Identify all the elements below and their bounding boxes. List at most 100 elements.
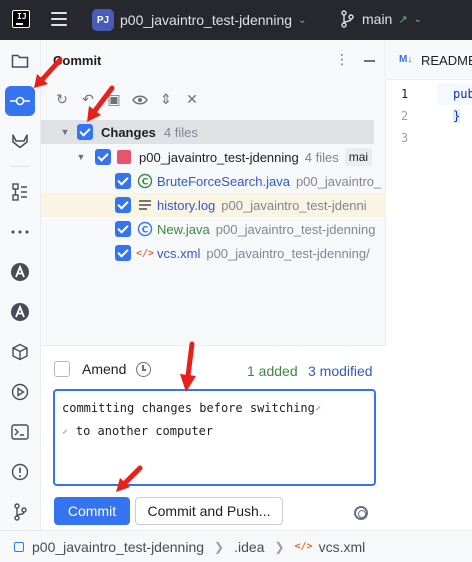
line-number: 1 <box>401 87 409 101</box>
changes-checkbox[interactable] <box>77 124 93 140</box>
soft-wrap-icon: ⬈ <box>314 402 322 415</box>
intellij-logo-icon[interactable]: IJ <box>12 10 30 28</box>
breadcrumb-file[interactable]: vcs.xml <box>319 539 366 555</box>
tab-label: README <box>421 53 472 68</box>
services-icon[interactable] <box>5 337 35 367</box>
java-class-added-icon: C <box>137 221 153 237</box>
chevron-down-icon[interactable]: ▼ <box>75 152 87 162</box>
project-folder-icon[interactable] <box>5 46 35 76</box>
text-file-icon <box>137 197 153 213</box>
refresh-icon[interactable]: ↻ <box>53 91 71 109</box>
file-row[interactable]: </> vcs.xml p00_javaintro_test-jdenning/ <box>41 241 386 265</box>
file-row[interactable]: history.log p00_javaintro_test-jdenni <box>41 193 386 217</box>
file-row[interactable]: C New.java p00_javaintro_test-jdenning <box>41 217 386 241</box>
terminal-icon[interactable] <box>5 417 35 447</box>
file-path: p00_javaintro_test-jdenning/ <box>206 245 370 261</box>
commit-tool-icon[interactable] <box>5 86 35 116</box>
line-number: 2 <box>401 109 409 123</box>
commit-toolbar: ↻ ↶ ▣ ⇕ ✕ <box>53 90 201 110</box>
commit-message-input[interactable]: committing changes before switching⬈ ⬋ t… <box>53 389 376 486</box>
file-name: New.java <box>157 221 210 237</box>
file-checkbox[interactable] <box>115 221 131 237</box>
module-icon <box>14 541 24 552</box>
chevron-down-icon[interactable]: ▼ <box>59 127 71 137</box>
file-name: BruteForceSearch.java <box>157 173 290 189</box>
module-branch-tag: mai <box>344 148 373 166</box>
changes-label: Changes <box>101 124 156 140</box>
commit-message-area: Amend 1 added 3 modified committing chan… <box>41 345 386 530</box>
code-line[interactable]: } <box>453 109 461 123</box>
module-name: p00_javaintro_test-jdenning <box>139 149 299 165</box>
file-checkbox[interactable] <box>115 245 131 261</box>
module-icon <box>117 150 131 164</box>
problems-icon[interactable] <box>5 457 35 487</box>
amend-label: Amend <box>82 361 127 377</box>
ant-build-icon[interactable] <box>5 257 35 287</box>
tool-window-strip <box>0 40 41 530</box>
file-checkbox[interactable] <box>115 197 131 213</box>
breadcrumb-folder[interactable]: .idea <box>234 539 264 555</box>
gear-icon[interactable] <box>354 506 368 520</box>
module-count: 4 files <box>304 149 339 165</box>
outgoing-arrow-icon: ↗ <box>398 12 408 26</box>
soft-wrap-continue-icon: ⬋ <box>62 425 69 438</box>
panel-title: Commit <box>53 53 102 68</box>
added-count: 1 added <box>247 363 298 379</box>
project-selector[interactable]: PJ p00_javaintro_test-jdenning ⌄ <box>92 8 306 32</box>
options-menu-icon[interactable]: ⋮ <box>335 52 349 68</box>
tab-readme[interactable]: M↓ README <box>387 40 472 80</box>
message-line-1: committing changes before switching <box>62 401 315 415</box>
xml-file-icon: </> <box>135 247 155 259</box>
more-tools-icon[interactable] <box>5 217 35 247</box>
git-icon[interactable] <box>5 497 35 527</box>
changes-group-row[interactable]: ▼ Changes 4 files <box>41 120 374 144</box>
shelve-icon[interactable]: ▣ <box>105 91 123 109</box>
file-path: p00_javaintro_ <box>295 173 382 189</box>
project-name: p00_javaintro_test-jdenning <box>120 12 293 28</box>
message-line-2: to another computer <box>75 424 214 438</box>
gitlab-icon[interactable] <box>5 126 35 156</box>
structure-icon[interactable] <box>5 177 35 207</box>
xml-file-icon: </> <box>294 541 313 552</box>
amend-checkbox[interactable] <box>54 361 70 377</box>
markdown-icon: M↓ <box>399 54 413 65</box>
breadcrumb-separator-icon: ❯ <box>274 539 285 554</box>
minimize-icon[interactable] <box>364 60 375 62</box>
project-badge: PJ <box>92 9 114 31</box>
status-bar: p00_javaintro_test-jdenning ❯ .idea ❯ </… <box>0 530 472 562</box>
file-name: history.log <box>157 197 216 213</box>
collapse-all-icon[interactable]: ✕ <box>183 91 201 109</box>
breadcrumb-project[interactable]: p00_javaintro_test-jdenning <box>32 539 204 555</box>
branch-name: main <box>362 11 393 27</box>
branch-selector[interactable]: main ↗ ⌄ <box>340 10 422 28</box>
chevron-down-icon: ⌄ <box>413 13 422 25</box>
commit-panel: Commit ⋮ ↻ ↶ ▣ ⇕ ✕ ▼ Changes 4 files ▼ p… <box>41 40 386 530</box>
breadcrumb-separator-icon: ❯ <box>214 539 225 554</box>
code-line[interactable]: pub <box>453 87 472 101</box>
file-checkbox[interactable] <box>115 173 131 189</box>
ant-icon[interactable] <box>5 297 35 327</box>
modified-count[interactable]: 3 modified <box>308 363 373 379</box>
module-checkbox[interactable] <box>95 149 111 165</box>
expand-all-icon[interactable]: ⇕ <box>157 91 175 109</box>
file-path: p00_javaintro_test-jdenni <box>221 197 367 213</box>
title-bar: IJ PJ p00_javaintro_test-jdenning ⌄ main… <box>0 0 472 40</box>
file-row[interactable]: C BruteForceSearch.java p00_javaintro_ <box>41 169 386 193</box>
line-gutter: 1 2 3 <box>387 80 437 530</box>
svg-text:C: C <box>142 178 149 188</box>
amend-toggle[interactable]: Amend <box>54 361 126 377</box>
module-row[interactable]: ▼ p00_javaintro_test-jdenning 4 files ma… <box>41 145 386 169</box>
svg-text:C: C <box>142 226 149 236</box>
file-path: p00_javaintro_test-jdenning <box>215 221 376 237</box>
changes-count: 4 files <box>163 124 198 140</box>
run-icon[interactable] <box>5 377 35 407</box>
show-diff-icon[interactable] <box>131 91 149 109</box>
commit-and-push-button[interactable]: Commit and Push... <box>135 497 283 525</box>
commit-button[interactable]: Commit <box>54 497 130 525</box>
file-name: vcs.xml <box>157 245 201 261</box>
chevron-down-icon: ⌄ <box>298 14 307 26</box>
main-menu-icon[interactable] <box>51 12 67 26</box>
rollback-icon[interactable]: ↶ <box>79 91 97 109</box>
history-clock-icon[interactable] <box>136 362 151 377</box>
line-number: 3 <box>401 131 409 145</box>
